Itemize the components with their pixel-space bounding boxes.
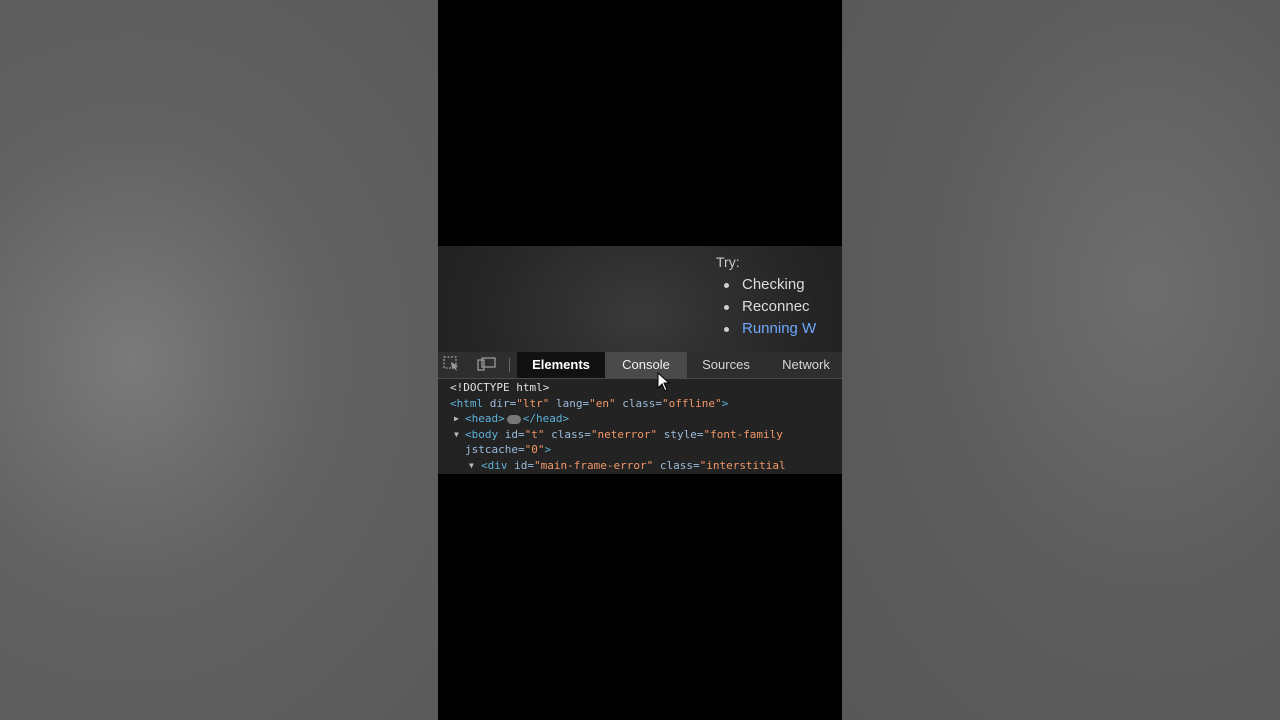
attr-value: "neterror" (590, 427, 658, 441)
tab-sources[interactable]: Sources (690, 352, 762, 378)
photographed-screen: Try: Checking Reconnec Running W Element… (438, 246, 842, 474)
attr-name: id= (498, 427, 525, 441)
tag-name: <html (450, 396, 484, 410)
attr-value: "main-frame-error" (534, 458, 654, 472)
attr-value: "en" (589, 396, 616, 410)
collapse-triangle-icon[interactable]: ▼ (469, 458, 474, 474)
suggestion-list: Checking Reconnec Running W (723, 274, 816, 340)
tab-network[interactable]: Network (770, 352, 842, 378)
tag-name: <head> (465, 412, 505, 425)
attr-name: class= (615, 396, 662, 410)
attr-name: lang= (549, 396, 590, 410)
attr-value: "font-family (703, 427, 783, 441)
doctype-text: <!DOCTYPE html> (450, 381, 550, 394)
inspect-element-icon[interactable] (443, 356, 460, 371)
collapsed-ellipsis-icon[interactable] (506, 414, 521, 424)
tab-console[interactable]: Console (605, 352, 687, 378)
dom-line-div[interactable]: ▼ <div id="main-frame-error" class="inter… (450, 458, 842, 474)
attr-value: "0" (524, 443, 545, 456)
tag-name: <div (481, 458, 508, 472)
tag-close: > (544, 443, 552, 456)
blurred-background-left (0, 0, 438, 720)
suggestion-item: Checking (723, 274, 816, 296)
attr-value: "interstitial (699, 458, 786, 472)
tag-name: <body (465, 427, 499, 441)
suggestion-link[interactable]: Running W (723, 318, 816, 340)
tag-close: </head> (522, 412, 570, 425)
dom-line-body[interactable]: ▼ <body id="t" class="neterror" style="fo… (450, 427, 842, 443)
error-page: Try: Checking Reconnec Running W (438, 246, 842, 352)
attr-name: class= (653, 458, 700, 472)
attr-value: "ltr" (516, 396, 550, 410)
dom-line-doctype[interactable]: <!DOCTYPE html> (450, 380, 842, 396)
try-heading: Try: (716, 254, 740, 270)
toolbar-divider (509, 358, 510, 372)
video-frame: Try: Checking Reconnec Running W Element… (438, 0, 842, 720)
attr-name: class= (544, 427, 591, 441)
attr-name: dir= (483, 396, 517, 410)
attr-name: style= (657, 427, 704, 441)
dom-tree: <!DOCTYPE html> <html dir="ltr" lang="en… (450, 380, 842, 473)
tab-elements[interactable]: Elements (517, 352, 605, 378)
dom-line-jstcache[interactable]: jstcache="0"> (450, 442, 842, 458)
expand-triangle-icon[interactable]: ▶ (454, 411, 459, 427)
dom-line-html[interactable]: <html dir="ltr" lang="en" class="offline… (450, 396, 842, 412)
tag-close: > (721, 396, 729, 410)
blurred-background-right (842, 0, 1280, 720)
attr-value: "t" (524, 427, 545, 441)
devtools-toolbar: Elements Console Sources Network (438, 352, 842, 379)
attr-name: id= (507, 458, 534, 472)
device-toolbar-icon[interactable] (477, 356, 496, 371)
collapse-triangle-icon[interactable]: ▼ (454, 427, 459, 443)
suggestion-item: Reconnec (723, 296, 816, 318)
attr-value: "offline" (661, 396, 722, 410)
attr-name: jstcache= (465, 443, 525, 456)
dom-line-head[interactable]: ▶ <head> </head> (450, 411, 842, 427)
devtools-panel: Elements Console Sources Network <!DOCTY… (438, 352, 842, 474)
